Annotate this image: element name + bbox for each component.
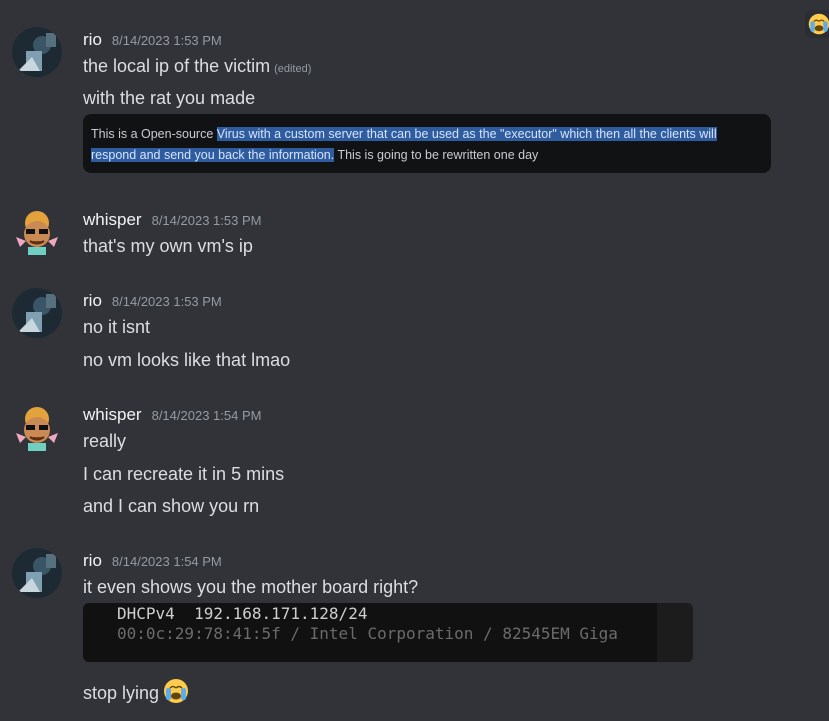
screenshot-attachment[interactable]: This is a Open-source Virus with a custo…: [83, 114, 771, 173]
message-line: the local ip of the victim: [83, 56, 271, 76]
message-text: stop lying: [83, 677, 190, 705]
username[interactable]: whisper: [83, 210, 142, 230]
loudly-crying-face-icon: [808, 13, 829, 35]
message-text: I can recreate it in 5 mins: [83, 464, 285, 484]
username[interactable]: rio: [83, 30, 102, 50]
image-edge: [657, 603, 693, 662]
avatar[interactable]: [12, 27, 62, 77]
user-avatar-image-icon: [12, 403, 62, 453]
message-text: and I can show you rn: [83, 496, 260, 516]
timestamp: 8/14/2023 1:53 PM: [111, 33, 222, 48]
avatar[interactable]: [12, 403, 62, 453]
message-text: the local ip of the victim (edited): [83, 56, 311, 77]
user-avatar-image-icon: [12, 548, 62, 598]
screenshot-attachment[interactable]: DHCPv4 192.168.171.128/24 00:0c:29:78:41…: [83, 603, 693, 662]
user-avatar-image-icon: [12, 27, 62, 77]
quote-text: This is going to be rewritten one day: [334, 148, 539, 162]
loudly-crying-face-icon: [164, 679, 189, 703]
username[interactable]: rio: [83, 551, 102, 571]
timestamp: 8/14/2023 1:53 PM: [111, 294, 222, 309]
timestamp: 8/14/2023 1:53 PM: [151, 213, 262, 228]
message-text: it even shows you the mother board right…: [83, 577, 419, 597]
message-text: that's my own vm's ip: [83, 236, 253, 256]
edited-label: (edited): [274, 63, 312, 75]
user-avatar-image-icon: [12, 288, 62, 338]
terminal-line: 00:0c:29:78:41:5f / Intel Corporation / …: [117, 624, 618, 643]
message-line: stop lying: [83, 683, 160, 703]
quote-text: This is a Open-source: [91, 127, 217, 141]
avatar[interactable]: [12, 548, 62, 598]
message-text: really: [83, 431, 127, 451]
message-text: no it isnt: [83, 317, 151, 337]
message-text: with the rat you made: [83, 88, 256, 108]
timestamp: 8/14/2023 1:54 PM: [111, 554, 222, 569]
username[interactable]: whisper: [83, 405, 142, 425]
username[interactable]: rio: [83, 291, 102, 311]
avatar[interactable]: [12, 288, 62, 338]
message-text: no vm looks like that lmao: [83, 350, 291, 370]
avatar[interactable]: [12, 207, 62, 257]
user-avatar-image-icon: [12, 207, 62, 257]
timestamp: 8/14/2023 1:54 PM: [151, 408, 262, 423]
terminal-line: DHCPv4 192.168.171.128/24: [117, 604, 368, 623]
reaction-emoji-button[interactable]: [805, 10, 829, 38]
